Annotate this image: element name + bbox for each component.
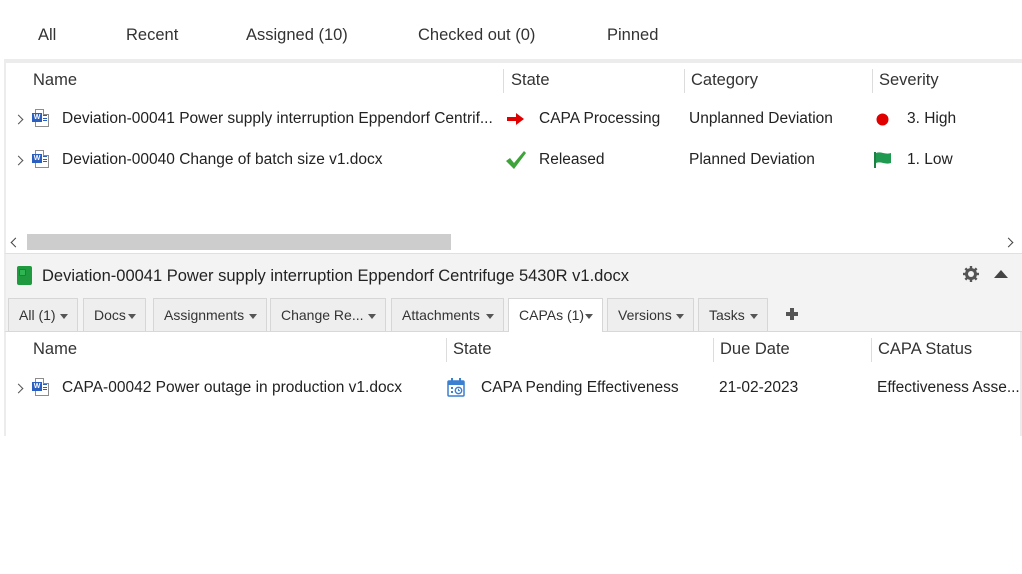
calendar-clock-icon bbox=[447, 378, 465, 397]
horizontal-scrollbar[interactable] bbox=[6, 233, 1022, 251]
tab-label: Attachments bbox=[402, 307, 480, 323]
row-severity: 3. High bbox=[907, 110, 957, 127]
row-category: Planned Deviation bbox=[689, 151, 815, 168]
expand-chevron-icon[interactable] bbox=[15, 384, 25, 394]
tab-all-related[interactable]: All (1) bbox=[8, 298, 78, 331]
tab-docs[interactable]: Docs bbox=[83, 298, 146, 331]
tab-attachments[interactable]: Attachments bbox=[391, 298, 504, 331]
expand-chevron-icon[interactable] bbox=[15, 156, 25, 166]
row-capa-status: Effectiveness Asse... bbox=[877, 379, 1020, 396]
collapse-up-icon[interactable] bbox=[994, 270, 1008, 278]
green-book-icon bbox=[17, 266, 32, 285]
grid-header: Name State Category Severity bbox=[6, 63, 1022, 99]
row-name: CAPA-00042 Power outage in production v1… bbox=[62, 379, 403, 396]
chevron-down-icon bbox=[676, 314, 684, 319]
green-flag-icon bbox=[874, 152, 891, 168]
column-header-state[interactable]: State bbox=[511, 71, 550, 90]
tab-recent[interactable]: Recent bbox=[126, 26, 178, 45]
table-row[interactable]: W Deviation-00041 Power supply interrupt… bbox=[6, 99, 1022, 139]
column-header-name[interactable]: Name bbox=[33, 71, 77, 90]
gear-icon[interactable] bbox=[963, 266, 979, 282]
chevron-down-icon bbox=[128, 314, 136, 319]
column-separator[interactable] bbox=[871, 338, 872, 362]
column-separator[interactable] bbox=[503, 69, 504, 93]
chevron-down-icon bbox=[249, 314, 257, 319]
row-name: Deviation-00041 Power supply interruptio… bbox=[62, 110, 493, 127]
tab-tasks[interactable]: Tasks bbox=[698, 298, 768, 331]
tab-checked-out[interactable]: Checked out (0) bbox=[418, 26, 535, 45]
add-tab-plus-icon[interactable] bbox=[786, 308, 798, 320]
tab-label: Versions bbox=[618, 307, 672, 323]
column-header-name[interactable]: Name bbox=[33, 340, 77, 359]
word-doc-icon: W bbox=[32, 378, 50, 398]
row-due-date: 21-02-2023 bbox=[719, 379, 799, 396]
tab-label: CAPAs (1) bbox=[519, 307, 585, 323]
tab-label: Assignments bbox=[164, 307, 245, 323]
column-header-category[interactable]: Category bbox=[691, 71, 758, 90]
tab-assigned[interactable]: Assigned (10) bbox=[246, 26, 348, 45]
chevron-down-icon bbox=[750, 314, 758, 319]
tab-versions[interactable]: Versions bbox=[607, 298, 694, 331]
row-name: Deviation-00040 Change of batch size v1.… bbox=[62, 151, 383, 168]
tab-assignments[interactable]: Assignments bbox=[153, 298, 267, 331]
grid-header: Name State Due Date CAPA Status bbox=[6, 332, 1020, 368]
column-separator[interactable] bbox=[684, 69, 685, 93]
scroll-right-icon[interactable] bbox=[1004, 236, 1016, 248]
word-doc-icon: W bbox=[32, 150, 50, 170]
row-severity: 1. Low bbox=[907, 151, 953, 168]
row-state: CAPA Pending Effectiveness bbox=[481, 379, 679, 396]
column-header-state[interactable]: State bbox=[453, 340, 492, 359]
column-header-severity[interactable]: Severity bbox=[879, 71, 939, 90]
tab-label: Tasks bbox=[709, 307, 745, 323]
expand-chevron-icon[interactable] bbox=[15, 115, 25, 125]
tab-capas[interactable]: CAPAs (1) bbox=[508, 298, 603, 333]
red-arrow-right-icon bbox=[507, 113, 524, 125]
chevron-down-icon bbox=[486, 314, 494, 319]
column-header-due-date[interactable]: Due Date bbox=[720, 340, 790, 359]
chevron-down-icon bbox=[60, 314, 68, 319]
word-doc-icon: W bbox=[32, 109, 50, 129]
tab-all[interactable]: All bbox=[38, 26, 56, 45]
column-header-capa-status[interactable]: CAPA Status bbox=[878, 340, 972, 359]
table-row[interactable]: W CAPA-00042 Power outage in production … bbox=[6, 368, 1020, 408]
red-dot-icon bbox=[876, 113, 889, 126]
documents-grid: Name State Category Severity W Deviation… bbox=[4, 59, 1022, 253]
row-category: Unplanned Deviation bbox=[689, 110, 833, 127]
chevron-down-icon bbox=[368, 314, 376, 319]
capa-grid: Name State Due Date CAPA Status W CAPA-0… bbox=[4, 332, 1022, 436]
tab-label: All (1) bbox=[19, 307, 56, 323]
chevron-down-icon bbox=[585, 314, 593, 319]
tab-change-requests[interactable]: Change Re... bbox=[270, 298, 386, 331]
detail-header: Deviation-00041 Power supply interruptio… bbox=[4, 253, 1022, 297]
row-state: CAPA Processing bbox=[539, 110, 661, 127]
table-row[interactable]: W Deviation-00040 Change of batch size v… bbox=[6, 140, 1022, 180]
green-check-icon bbox=[506, 151, 526, 169]
column-separator[interactable] bbox=[446, 338, 447, 362]
detail-tabs: All (1) Docs Assignments Change Re... At… bbox=[4, 297, 1022, 333]
view-tabs: All Recent Assigned (10) Checked out (0)… bbox=[0, 0, 1022, 60]
detail-title: Deviation-00041 Power supply interruptio… bbox=[42, 267, 630, 285]
column-separator[interactable] bbox=[713, 338, 714, 362]
row-state: Released bbox=[539, 151, 605, 168]
tab-label: Docs bbox=[94, 307, 126, 323]
scroll-left-icon[interactable] bbox=[8, 236, 20, 248]
tab-pinned[interactable]: Pinned bbox=[607, 26, 658, 45]
column-separator[interactable] bbox=[872, 69, 873, 93]
tab-label: Change Re... bbox=[281, 307, 364, 323]
scrollbar-thumb[interactable] bbox=[27, 234, 451, 250]
